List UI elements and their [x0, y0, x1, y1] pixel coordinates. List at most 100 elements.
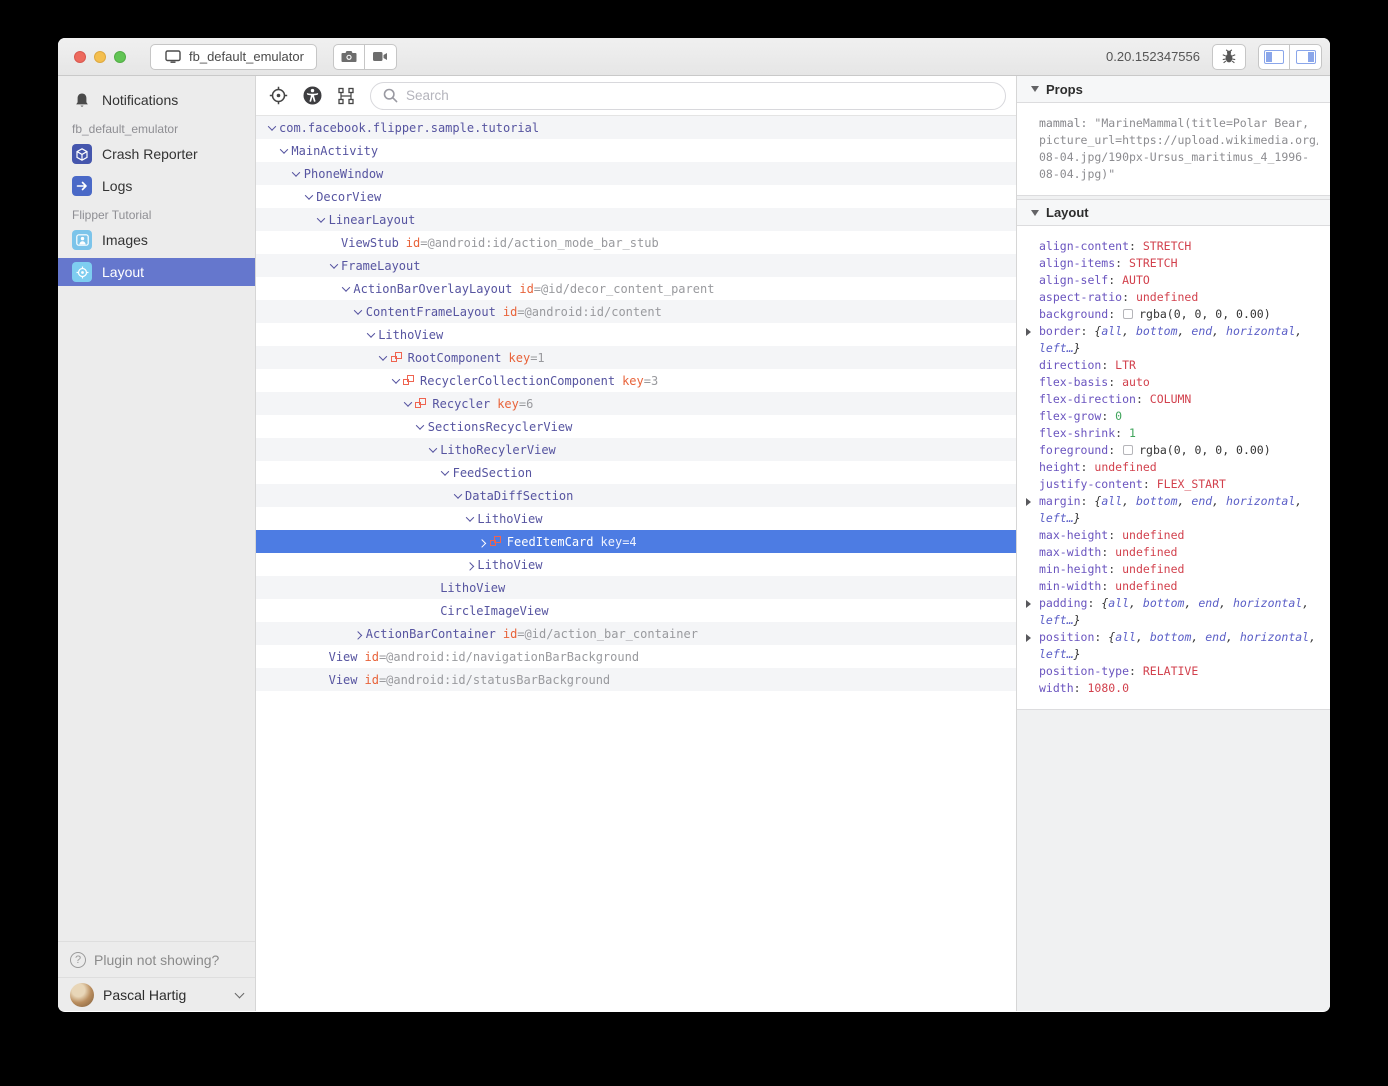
props-section-body: mammal: "MarineMammal(title=Polar Bear,p… [1017, 103, 1330, 196]
tree-row[interactable]: Viewid=@android:id/statusBarBackground [256, 668, 1016, 691]
tree-row[interactable]: LithoView [256, 323, 1016, 346]
chevron-down-icon[interactable] [301, 194, 316, 200]
node-attr-name: id [519, 282, 533, 296]
user-menu[interactable]: Pascal Hartig [58, 977, 255, 1011]
toggle-right-panel-button[interactable] [1290, 44, 1322, 70]
layout-prop-key: aspect-ratio [1039, 290, 1122, 304]
layout-prop-value: undefined [1115, 545, 1177, 559]
chevron-down-icon[interactable] [351, 309, 366, 315]
sidebar-item-images[interactable]: Images [58, 226, 255, 254]
chevron-down-icon[interactable] [363, 332, 378, 338]
chevron-right-icon[interactable] [351, 631, 366, 637]
collapse-triangle-icon [1031, 86, 1039, 92]
tree-row[interactable]: PhoneWindow [256, 162, 1016, 185]
chevron-down-icon[interactable] [264, 125, 279, 131]
layout-prop-key: height [1039, 460, 1081, 474]
layout-prop-row: min-height: undefined [1039, 561, 1318, 578]
sidebar-item-logs[interactable]: Logs [58, 172, 255, 200]
color-swatch-checkbox[interactable] [1123, 445, 1133, 455]
chevron-right-icon[interactable] [462, 562, 477, 568]
accessibility-button[interactable] [302, 86, 322, 106]
chevron-down-icon[interactable] [462, 516, 477, 522]
prop-value-line: 08-04.jpg/190px-Ursus_maritimus_4_1996- [1039, 149, 1318, 166]
layout-prop-row[interactable]: border: {all, bottom, end, horizontal, l… [1039, 323, 1318, 357]
search-box [370, 82, 1006, 110]
tree-row[interactable]: ContentFrameLayoutid=@android:id/content [256, 300, 1016, 323]
screenshot-button[interactable] [333, 44, 365, 70]
tree-row[interactable]: RecyclerCollectionComponentkey=3 [256, 369, 1016, 392]
layout-prop-key: align-content [1039, 239, 1129, 253]
element-picker-button[interactable] [268, 86, 288, 106]
node-name: LithoView [440, 581, 505, 595]
tree-row[interactable]: ActionBarContainerid=@id/action_bar_cont… [256, 622, 1016, 645]
tree-row[interactable]: LithoView [256, 553, 1016, 576]
report-bug-button[interactable] [1212, 44, 1246, 70]
tree-row[interactable]: ActionBarOverlayLayoutid=@id/decor_conte… [256, 277, 1016, 300]
node-attr-value: =6 [519, 397, 533, 411]
node-attr-value: =1 [530, 351, 544, 365]
chevron-down-icon[interactable] [289, 171, 304, 177]
layout-prop-key: max-width [1039, 545, 1101, 559]
layout-prop-row: aspect-ratio: undefined [1039, 289, 1318, 306]
plugin-not-showing-link[interactable]: ? Plugin not showing? [58, 941, 255, 977]
litho-component-icon [391, 352, 403, 363]
node-attr-name: key [622, 374, 644, 388]
tree-row[interactable]: Recyclerkey=6 [256, 392, 1016, 415]
node-attr-value: =@id/action_bar_container [517, 627, 698, 641]
sidebar-item-layout[interactable]: Layout [58, 258, 255, 286]
close-button[interactable] [74, 51, 86, 63]
chevron-down-icon[interactable] [400, 401, 415, 407]
chevron-down-icon[interactable] [376, 355, 391, 361]
chevron-down-icon[interactable] [413, 424, 428, 430]
sidebar-item-notifications[interactable]: Notifications [58, 86, 255, 114]
tree-row[interactable]: MainActivity [256, 139, 1016, 162]
node-name: View [329, 650, 358, 664]
layout-section-header[interactable]: Layout [1017, 199, 1330, 226]
tree-row[interactable]: DecorView [256, 185, 1016, 208]
node-attr-value: =@id/decor_content_parent [534, 282, 715, 296]
chevron-down-icon[interactable] [276, 148, 291, 154]
chevron-down-icon[interactable] [388, 378, 403, 384]
layout-prop-row[interactable]: padding: {all, bottom, end, horizontal, … [1039, 595, 1318, 629]
device-selector-button[interactable]: fb_default_emulator [150, 44, 317, 70]
expand-triangle-icon[interactable] [1026, 328, 1031, 336]
chevron-down-icon[interactable] [338, 286, 353, 292]
tree-row[interactable]: FrameLayout [256, 254, 1016, 277]
chevron-down-icon[interactable] [425, 447, 440, 453]
tree-row[interactable]: CircleImageView [256, 599, 1016, 622]
expand-triangle-icon[interactable] [1026, 498, 1031, 506]
tree-row[interactable]: com.facebook.flipper.sample.tutorial [256, 116, 1016, 139]
chevron-down-icon[interactable] [326, 263, 341, 269]
tree-row[interactable]: LinearLayout [256, 208, 1016, 231]
search-input[interactable] [406, 88, 993, 103]
tree-row[interactable]: Viewid=@android:id/navigationBarBackgrou… [256, 645, 1016, 668]
expand-triangle-icon[interactable] [1026, 634, 1031, 642]
zoom-button[interactable] [114, 51, 126, 63]
tree-row[interactable]: LithoRecylerView [256, 438, 1016, 461]
chevron-right-icon[interactable] [475, 539, 490, 545]
chevron-down-icon[interactable] [314, 217, 329, 223]
minimize-button[interactable] [94, 51, 106, 63]
tree-row[interactable]: FeedItemCardkey=4 [256, 530, 1016, 553]
tree-row[interactable]: RootComponentkey=1 [256, 346, 1016, 369]
layout-prop-row[interactable]: position: {all, bottom, end, horizontal,… [1039, 629, 1318, 663]
layout-prop-row[interactable]: margin: {all, bottom, end, horizontal, l… [1039, 493, 1318, 527]
chevron-down-icon[interactable] [450, 493, 465, 499]
color-swatch-checkbox[interactable] [1123, 309, 1133, 319]
chevron-down-icon[interactable] [438, 470, 453, 476]
tree-nodes-button[interactable] [336, 86, 356, 106]
screen-record-button[interactable] [365, 44, 397, 70]
node-name: CircleImageView [440, 604, 548, 618]
tree-row[interactable]: DataDiffSection [256, 484, 1016, 507]
props-section-header[interactable]: Props [1017, 76, 1330, 103]
node-attr-name: key [497, 397, 519, 411]
sidebar-item-crash-reporter[interactable]: Crash Reporter [58, 140, 255, 168]
tree-row[interactable]: LithoView [256, 507, 1016, 530]
toggle-left-panel-button[interactable] [1258, 44, 1290, 70]
tree-row[interactable]: SectionsRecyclerView [256, 415, 1016, 438]
tree-row[interactable]: FeedSection [256, 461, 1016, 484]
node-name: LithoView [378, 328, 443, 342]
tree-row[interactable]: LithoView [256, 576, 1016, 599]
tree-row[interactable]: ViewStubid=@android:id/action_mode_bar_s… [256, 231, 1016, 254]
expand-triangle-icon[interactable] [1026, 600, 1031, 608]
